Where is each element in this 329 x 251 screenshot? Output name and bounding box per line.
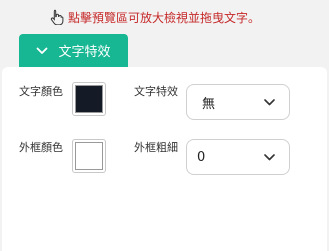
tab-label: 文字特效 [58, 45, 111, 60]
text-effect-panel: 文字顏色 文字特效 無 外框顏色 外框粗細 0 [2, 67, 327, 251]
chevron-down-icon [37, 47, 48, 54]
text-color-swatch[interactable] [72, 82, 106, 116]
tab-text-effect[interactable]: 文字特效 [19, 34, 128, 67]
stroke-width-select[interactable]: 0 [186, 139, 290, 175]
text-color-fill [75, 85, 103, 113]
text-color-label: 文字顏色 [19, 85, 63, 98]
text-effect-value: 無 [202, 96, 216, 112]
stroke-color-fill [75, 142, 103, 170]
text-effect-label: 文字特效 [134, 85, 178, 98]
stroke-color-label: 外框顏色 [19, 141, 63, 154]
chevron-down-icon [264, 153, 275, 160]
chevron-down-icon [264, 98, 275, 105]
hint-message: 點擊預覽區可放大檢視並拖曳文字。 [50, 8, 260, 26]
pointer-hand-icon [50, 9, 64, 25]
hint-text: 點擊預覽區可放大檢視並拖曳文字。 [68, 10, 261, 25]
stroke-color-swatch[interactable] [72, 139, 106, 173]
text-effect-select[interactable]: 無 [186, 84, 290, 120]
stroke-width-value: 0 [197, 149, 206, 165]
stroke-width-label: 外框粗細 [134, 141, 178, 154]
